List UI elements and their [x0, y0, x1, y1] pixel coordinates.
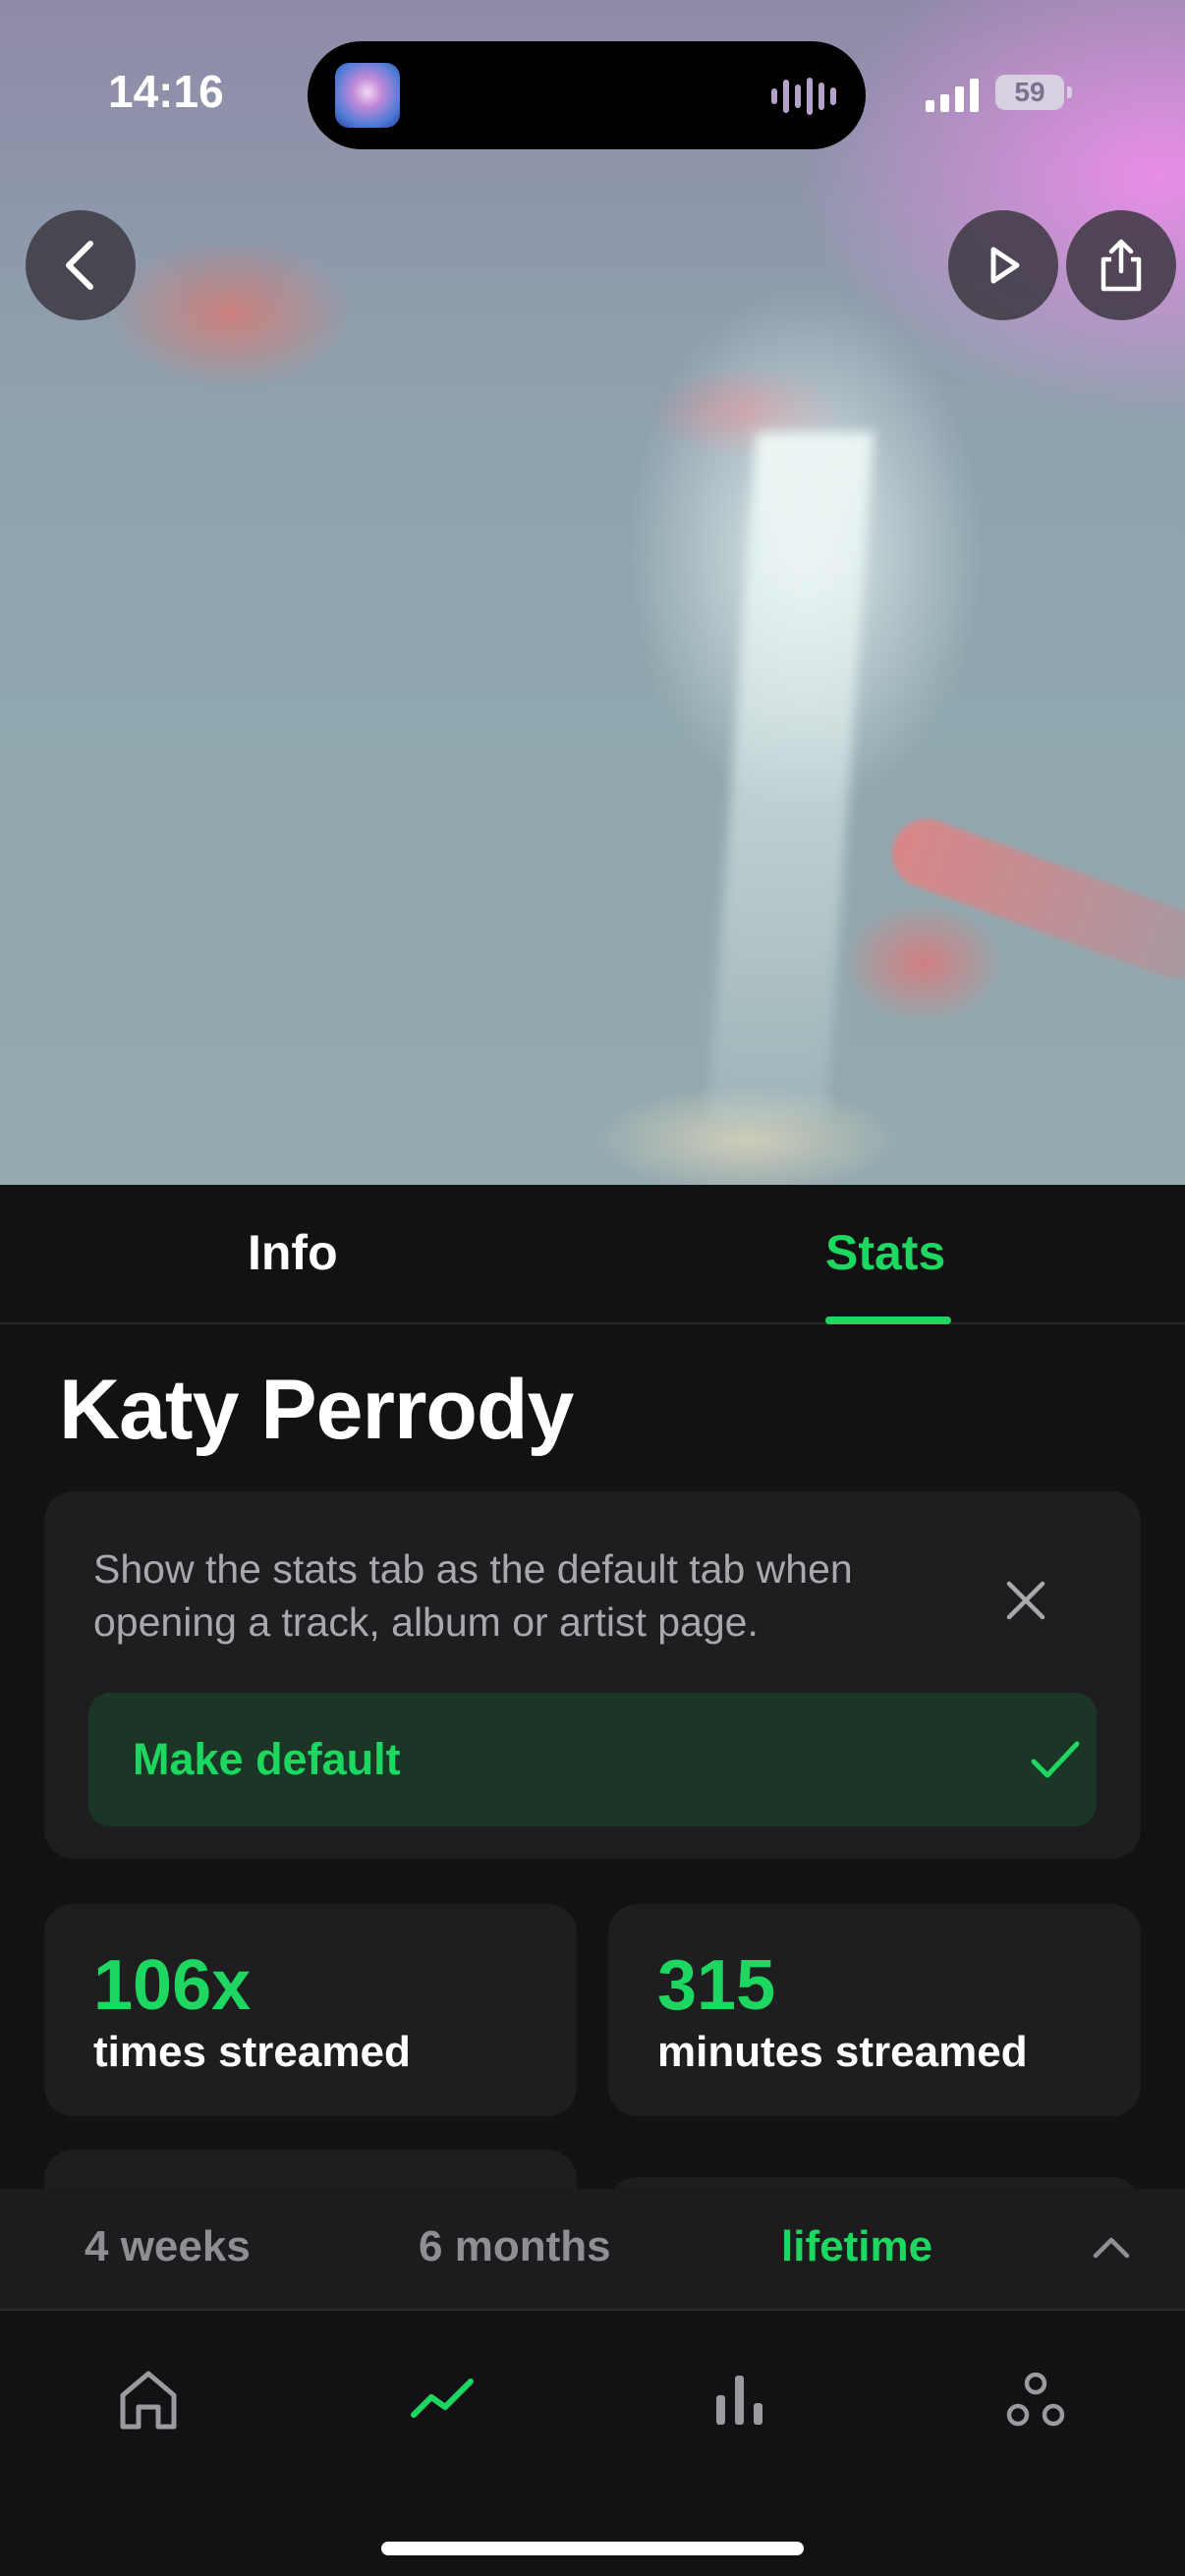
bar-chart-icon[interactable]	[701, 2360, 779, 2438]
make-default-label: Make default	[133, 1734, 401, 1784]
play-button[interactable]	[948, 210, 1058, 320]
tab-stats[interactable]: Stats	[825, 1224, 945, 1281]
trending-icon[interactable]	[404, 2360, 482, 2438]
bottom-navigation	[0, 2311, 1185, 2576]
friends-icon[interactable]	[996, 2360, 1075, 2438]
chevron-up-icon[interactable]	[1088, 2224, 1135, 2271]
make-default-button[interactable]: Make default	[88, 1693, 1097, 1826]
home-icon[interactable]	[109, 2360, 188, 2438]
artist-name: Katy Perrody	[59, 1363, 574, 1457]
audio-waveform-icon	[771, 77, 836, 116]
check-icon	[1031, 1741, 1080, 1778]
artist-hero-image	[0, 0, 1185, 1185]
close-icon[interactable]	[999, 1574, 1052, 1627]
hero-arm-shape	[882, 809, 1185, 989]
range-option-lifetime[interactable]: lifetime	[781, 2222, 932, 2271]
tab-info[interactable]: Info	[248, 1224, 338, 1281]
range-option-6-months[interactable]: 6 months	[419, 2222, 611, 2271]
stat-card-times-streamed: 106x times streamed	[44, 1904, 577, 2116]
status-time: 14:16	[108, 66, 224, 117]
stage-light-beam	[707, 432, 875, 1120]
stat-label: times streamed	[93, 2028, 411, 2076]
stat-card-minutes-streamed: 315 minutes streamed	[608, 1904, 1141, 2116]
play-icon	[990, 247, 1020, 284]
now-playing-artwork	[335, 63, 400, 128]
cellular-signal-icon	[926, 73, 979, 112]
battery-indicator: 59	[995, 75, 1072, 110]
range-option-4-weeks[interactable]: 4 weeks	[85, 2222, 251, 2271]
dynamic-island[interactable]	[308, 41, 866, 149]
home-indicator	[381, 2542, 804, 2555]
default-tab-message: Show the stats tab as the default tab wh…	[93, 1546, 853, 1645]
tab-bar: Info Stats	[0, 1185, 1185, 1324]
chevron-left-icon	[66, 241, 93, 290]
stat-value: 315	[657, 1946, 776, 2025]
share-button[interactable]	[1066, 210, 1176, 320]
back-button[interactable]	[26, 210, 136, 320]
time-range-selector: 4 weeks 6 months lifetime	[0, 2189, 1185, 2311]
active-tab-indicator	[825, 1316, 951, 1324]
default-tab-card: Show the stats tab as the default tab wh…	[44, 1491, 1141, 1859]
stat-label: minutes streamed	[657, 2028, 1028, 2076]
share-icon	[1100, 239, 1142, 292]
stat-value: 106x	[93, 1946, 252, 2025]
